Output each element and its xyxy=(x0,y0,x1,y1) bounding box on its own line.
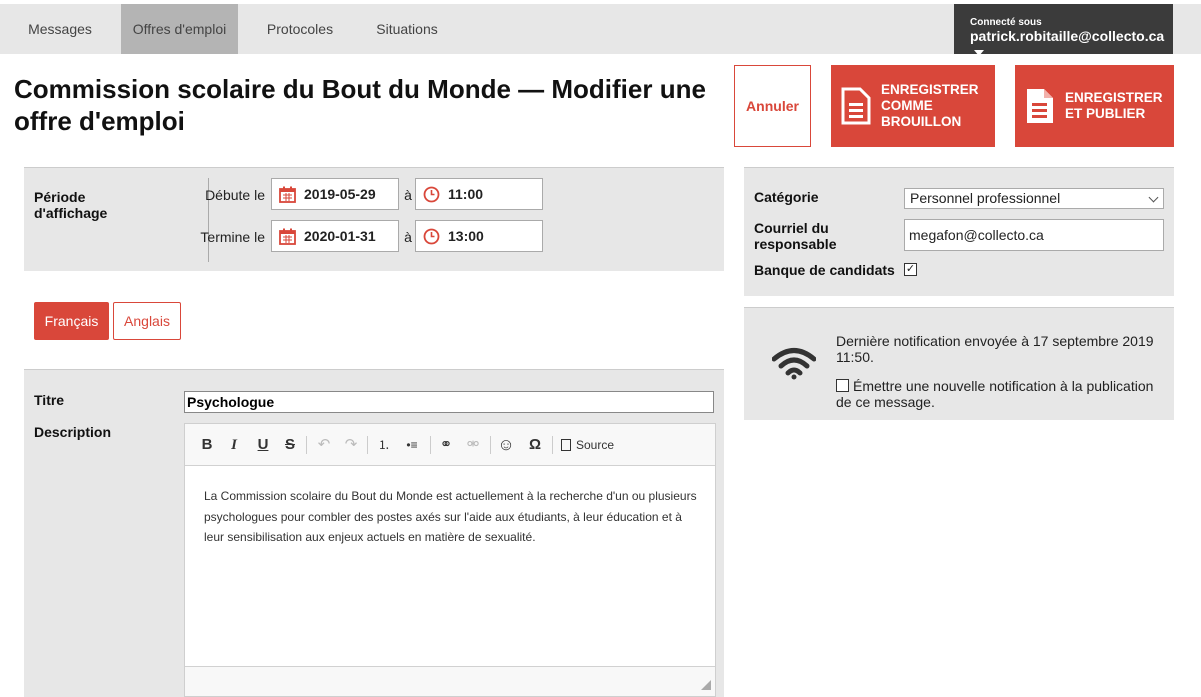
top-navigation: Messages Offres d'emploi Protocoles Situ… xyxy=(0,4,1201,56)
end-date-value: 2020-01-31 xyxy=(304,228,376,244)
underline-button[interactable]: U xyxy=(255,435,271,455)
end-time-value: 13:00 xyxy=(448,228,484,244)
document-icon xyxy=(1027,89,1053,123)
start-label: Débute le xyxy=(205,187,265,203)
candidates-checkbox[interactable]: ✓ xyxy=(904,263,917,276)
user-menu[interactable]: Connecté sous patrick.robitaille@collect… xyxy=(954,4,1173,56)
emoji-button[interactable]: ☺ xyxy=(497,435,515,455)
nav-job-offers[interactable]: Offres d'emploi xyxy=(121,4,238,54)
redo-button[interactable]: ↷ xyxy=(342,435,360,455)
at-label: à xyxy=(404,187,412,203)
unlink-button[interactable]: ⚮ xyxy=(464,435,482,455)
toolbar-separator xyxy=(490,436,491,454)
ordered-list-button[interactable]: ⒈ xyxy=(375,435,393,455)
rich-text-editor[interactable]: B I U S ↶ ↷ ⒈ •≡ ⚭ ⚮ ☺ Ω Source La Commi… xyxy=(184,423,716,697)
description-text[interactable]: La Commission scolaire du Bout du Monde … xyxy=(204,486,704,548)
resize-handle-icon[interactable] xyxy=(701,680,711,690)
period-panel: Période d'affichage Débute le 2019-05-29… xyxy=(24,167,724,271)
category-label: Catégorie xyxy=(754,189,819,205)
start-date-field[interactable]: 2019-05-29 xyxy=(271,178,399,210)
tab-french[interactable]: Français xyxy=(34,302,109,340)
document-icon xyxy=(841,87,871,125)
calendar-icon xyxy=(279,228,296,245)
end-date-field[interactable]: 2020-01-31 xyxy=(271,220,399,252)
candidates-label: Banque de candidats xyxy=(754,262,895,278)
source-button[interactable]: Source xyxy=(561,435,623,455)
save-draft-button[interactable]: ENREGISTRER COMME BROUILLON xyxy=(831,65,995,147)
at-label: à xyxy=(404,229,412,245)
title-input[interactable] xyxy=(184,391,714,413)
chevron-down-icon xyxy=(1148,192,1159,203)
notification-panel: Dernière notification envoyée à 17 septe… xyxy=(744,307,1174,420)
save-draft-label: ENREGISTRER COMME BROUILLON xyxy=(881,82,979,129)
nav-protocols[interactable]: Protocoles xyxy=(254,4,346,54)
bold-button[interactable]: B xyxy=(199,435,215,455)
last-notification-text: Dernière notification envoyée à 17 septe… xyxy=(836,333,1154,365)
clock-icon xyxy=(423,228,440,244)
start-time-field[interactable]: 11:00 xyxy=(415,178,543,210)
italic-button[interactable]: I xyxy=(226,435,242,455)
title-label: Titre xyxy=(34,392,65,408)
toolbar-separator xyxy=(306,436,307,454)
strikethrough-button[interactable]: S xyxy=(282,435,298,455)
email-field[interactable]: megafon@collecto.ca xyxy=(904,219,1164,251)
undo-button[interactable]: ↶ xyxy=(315,435,333,455)
bullet-list-button[interactable]: •≡ xyxy=(402,435,422,455)
wifi-icon xyxy=(772,348,816,380)
editor-footer xyxy=(185,666,715,696)
toolbar-separator xyxy=(430,436,431,454)
end-label: Termine le xyxy=(200,229,265,245)
start-date-value: 2019-05-29 xyxy=(304,186,376,202)
editor-toolbar: B I U S ↶ ↷ ⒈ •≡ ⚭ ⚮ ☺ Ω Source xyxy=(185,424,715,466)
toolbar-separator xyxy=(367,436,368,454)
emit-notification-label: Émettre une nouvelle notification à la p… xyxy=(836,378,1154,410)
description-label: Description xyxy=(34,424,112,440)
link-button[interactable]: ⚭ xyxy=(437,435,455,455)
category-value: Personnel professionnel xyxy=(910,190,1061,206)
start-time-value: 11:00 xyxy=(448,186,484,202)
period-label: Période d'affichage xyxy=(34,189,108,221)
user-name: patrick.robitaille@collecto.ca xyxy=(970,28,1173,62)
end-time-field[interactable]: 13:00 xyxy=(415,220,543,252)
tab-english[interactable]: Anglais xyxy=(113,302,181,340)
user-label: Connecté sous xyxy=(970,17,1042,28)
clock-icon xyxy=(423,186,440,202)
toolbar-separator xyxy=(552,436,553,454)
nav-messages[interactable]: Messages xyxy=(0,4,120,54)
nav-situations[interactable]: Situations xyxy=(362,4,452,54)
category-select[interactable]: Personnel professionnel xyxy=(904,188,1164,209)
calendar-icon xyxy=(279,186,296,203)
source-icon xyxy=(561,439,571,451)
save-publish-label: ENREGISTRER ET PUBLIER xyxy=(1065,90,1163,121)
save-publish-button[interactable]: ENREGISTRER ET PUBLIER xyxy=(1015,65,1174,147)
special-char-button[interactable]: Ω xyxy=(526,435,544,455)
page-title: Commission scolaire du Bout du Monde — M… xyxy=(14,74,706,136)
caret-down-icon xyxy=(974,50,984,56)
email-label: Courriel du responsable xyxy=(754,220,837,252)
cancel-button[interactable]: Annuler xyxy=(734,65,811,147)
